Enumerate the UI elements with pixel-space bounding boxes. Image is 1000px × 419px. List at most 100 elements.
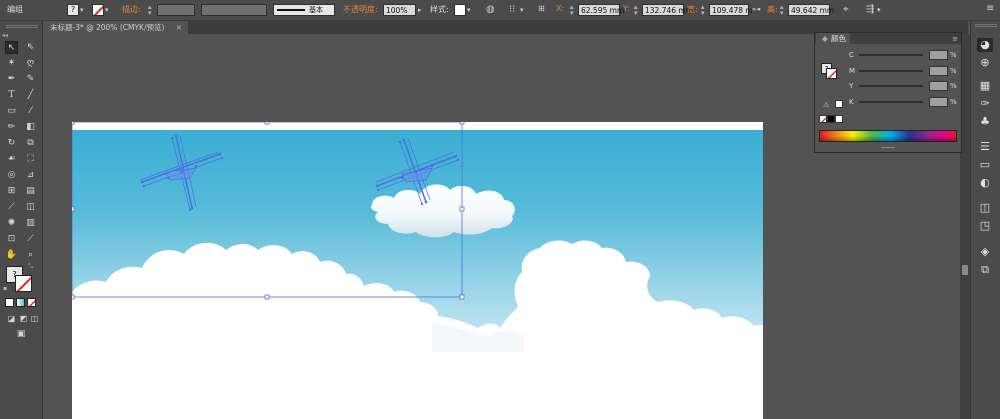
lasso-tool-icon[interactable]: ღ	[24, 57, 37, 70]
cyan-field[interactable]	[929, 50, 948, 60]
y-stepper[interactable]: ▴ ▾	[634, 4, 638, 17]
cyan-slider[interactable]: C %	[849, 50, 959, 60]
stroke-swatch[interactable]	[92, 4, 104, 16]
yellow-track[interactable]	[859, 85, 923, 87]
chevron-down-icon[interactable]: ▾	[80, 4, 84, 16]
color-spectrum[interactable]	[819, 130, 957, 142]
document-tab[interactable]: 未标题-3* @ 200% (CMYK/预览) ×	[43, 21, 188, 34]
transform-icon[interactable]: ⌖	[843, 4, 849, 16]
screen-mode-icon[interactable]: ▣	[11, 328, 31, 341]
mesh-tool-icon[interactable]: ⊞	[5, 185, 18, 198]
zoom-tool-icon[interactable]: ⌕	[24, 249, 37, 262]
cyan-track[interactable]	[859, 54, 923, 56]
expand-arrows-icon[interactable]: ◆	[822, 33, 828, 43]
panel-menu-icon[interactable]: ≡	[952, 35, 958, 43]
close-icon[interactable]: ×	[176, 21, 182, 34]
chevron-right-icon[interactable]: ▸	[418, 4, 422, 16]
none-swatch[interactable]	[819, 115, 827, 123]
paintbrush-tool-icon[interactable]: ⁄	[24, 105, 37, 118]
color-icon[interactable]: ◕	[977, 38, 993, 52]
small-cloud[interactable]	[370, 184, 515, 238]
blend-tool-icon[interactable]: ◫	[24, 201, 37, 214]
default-fill-stroke-icon[interactable]: ▪	[3, 285, 7, 292]
stroke-weight-stepper[interactable]: ▴ ▾	[148, 4, 152, 17]
chevron-down-icon[interactable]: ▾	[520, 4, 524, 16]
variable-width-profile[interactable]	[201, 4, 267, 16]
layers-icon[interactable]: ◈	[977, 245, 993, 259]
curvature-tool-icon[interactable]: ✎	[24, 73, 37, 86]
perspective-grid-tool-icon[interactable]: ⊿	[24, 169, 37, 182]
brushes-icon[interactable]: ✑	[977, 97, 993, 111]
eyedropper-tool-icon[interactable]: ⟋	[5, 201, 18, 214]
airplane-left[interactable]	[139, 134, 224, 212]
artboards-icon[interactable]: ⧉	[977, 263, 993, 277]
line-segment-tool-icon[interactable]: ╱	[24, 89, 37, 102]
appearance-icon[interactable]: ◫	[977, 201, 993, 215]
gradient-tool-icon[interactable]: ▤	[24, 185, 37, 198]
color-mode-color[interactable]	[5, 298, 14, 307]
panel-menu-icon[interactable]: ≡	[986, 3, 994, 15]
y-field[interactable]: 132.746 mm	[642, 4, 693, 16]
magenta-field[interactable]	[929, 66, 948, 76]
eraser-tool-icon[interactable]: ◧	[24, 121, 37, 134]
column-graph-tool-icon[interactable]: ▥	[24, 217, 37, 230]
yellow-field[interactable]	[929, 81, 948, 91]
black-slider[interactable]: K %	[849, 97, 959, 107]
shape-builder-tool-icon[interactable]: ◎	[5, 169, 18, 182]
panel-stroke-box[interactable]	[826, 68, 837, 79]
panel-resize-grip[interactable]	[881, 147, 895, 149]
gradient-icon[interactable]: ▭	[977, 158, 993, 172]
height-field[interactable]: 49.642 mm	[788, 4, 834, 16]
selection-tool-icon[interactable]: ↖	[5, 41, 18, 54]
cloud-bank[interactable]	[72, 240, 763, 419]
graphic-styles-icon[interactable]: ◳	[977, 219, 993, 233]
pen-tool-icon[interactable]: ✒	[5, 73, 18, 86]
graphic-style-swatch[interactable]	[454, 4, 466, 16]
link-proportions-icon[interactable]: ⊶	[752, 4, 761, 16]
yellow-slider[interactable]: Y %	[849, 81, 959, 91]
fill-stroke-widget[interactable]: ? ⤡ ▪	[3, 263, 38, 294]
artboard-tool-icon[interactable]: ⊡	[5, 233, 18, 246]
black-track[interactable]	[859, 101, 923, 103]
rectangle-tool-icon[interactable]: ▭	[5, 105, 18, 118]
color-panel-tab[interactable]: ◆ 颜色	[816, 33, 850, 44]
stroke-weight-field[interactable]	[157, 4, 195, 16]
scrollbar-thumb[interactable]	[962, 265, 968, 275]
magic-wand-tool-icon[interactable]: ✶	[5, 57, 18, 70]
swap-fill-stroke-icon[interactable]: ⤡	[28, 263, 33, 271]
width-stepper[interactable]: ▴ ▾	[701, 4, 705, 17]
magenta-slider[interactable]: M %	[849, 66, 959, 76]
out-of-gamut-icon[interactable]: ⚠	[823, 101, 829, 109]
white-swatch[interactable]	[835, 115, 843, 123]
slice-tool-icon[interactable]: ⟋	[24, 233, 37, 246]
width-field[interactable]: 109.478 m	[709, 4, 753, 16]
magenta-track[interactable]	[859, 70, 923, 72]
opacity-field[interactable]: 100%	[383, 4, 416, 16]
swatches-icon[interactable]: ▦	[977, 79, 993, 93]
scale-tool-icon[interactable]: ⧉	[24, 137, 37, 150]
isolate-group-icon[interactable]: ⇶	[866, 4, 874, 16]
toolbox-collapse[interactable]: ◂◂	[2, 32, 8, 39]
pencil-tool-icon[interactable]: ✏	[5, 121, 18, 134]
direct-selection-tool-icon[interactable]: ⇖	[24, 41, 37, 54]
dock-grip[interactable]	[975, 24, 997, 27]
black-field[interactable]	[929, 97, 948, 107]
last-color-swatch[interactable]	[835, 100, 843, 108]
warp-tool-icon[interactable]: ☙	[5, 153, 18, 166]
transparency-icon[interactable]: ◐	[977, 176, 993, 190]
align-to-icon[interactable]: ⁝⁝	[509, 4, 515, 16]
recolor-artwork-icon[interactable]: ◍	[486, 4, 495, 16]
x-field[interactable]: 62.595 mm	[578, 4, 624, 16]
color-guide-icon[interactable]: ⊕	[977, 56, 993, 70]
drawing-mode-inside-icon[interactable]: ◫	[28, 312, 41, 325]
color-mode-none[interactable]	[27, 298, 36, 307]
rotate-tool-icon[interactable]: ↻	[5, 137, 18, 150]
stroke-icon[interactable]: ☰	[977, 140, 993, 154]
x-stepper[interactable]: ▴ ▾	[570, 4, 574, 17]
chevron-down-icon[interactable]: ▾	[105, 4, 109, 16]
fill-swatch[interactable]: ?	[67, 4, 79, 16]
stroke-label[interactable]: 描边:	[122, 4, 141, 15]
symbols-icon[interactable]: ♣	[977, 115, 993, 129]
height-stepper[interactable]: ▴ ▾	[780, 4, 784, 17]
black-swatch[interactable]	[827, 115, 835, 123]
